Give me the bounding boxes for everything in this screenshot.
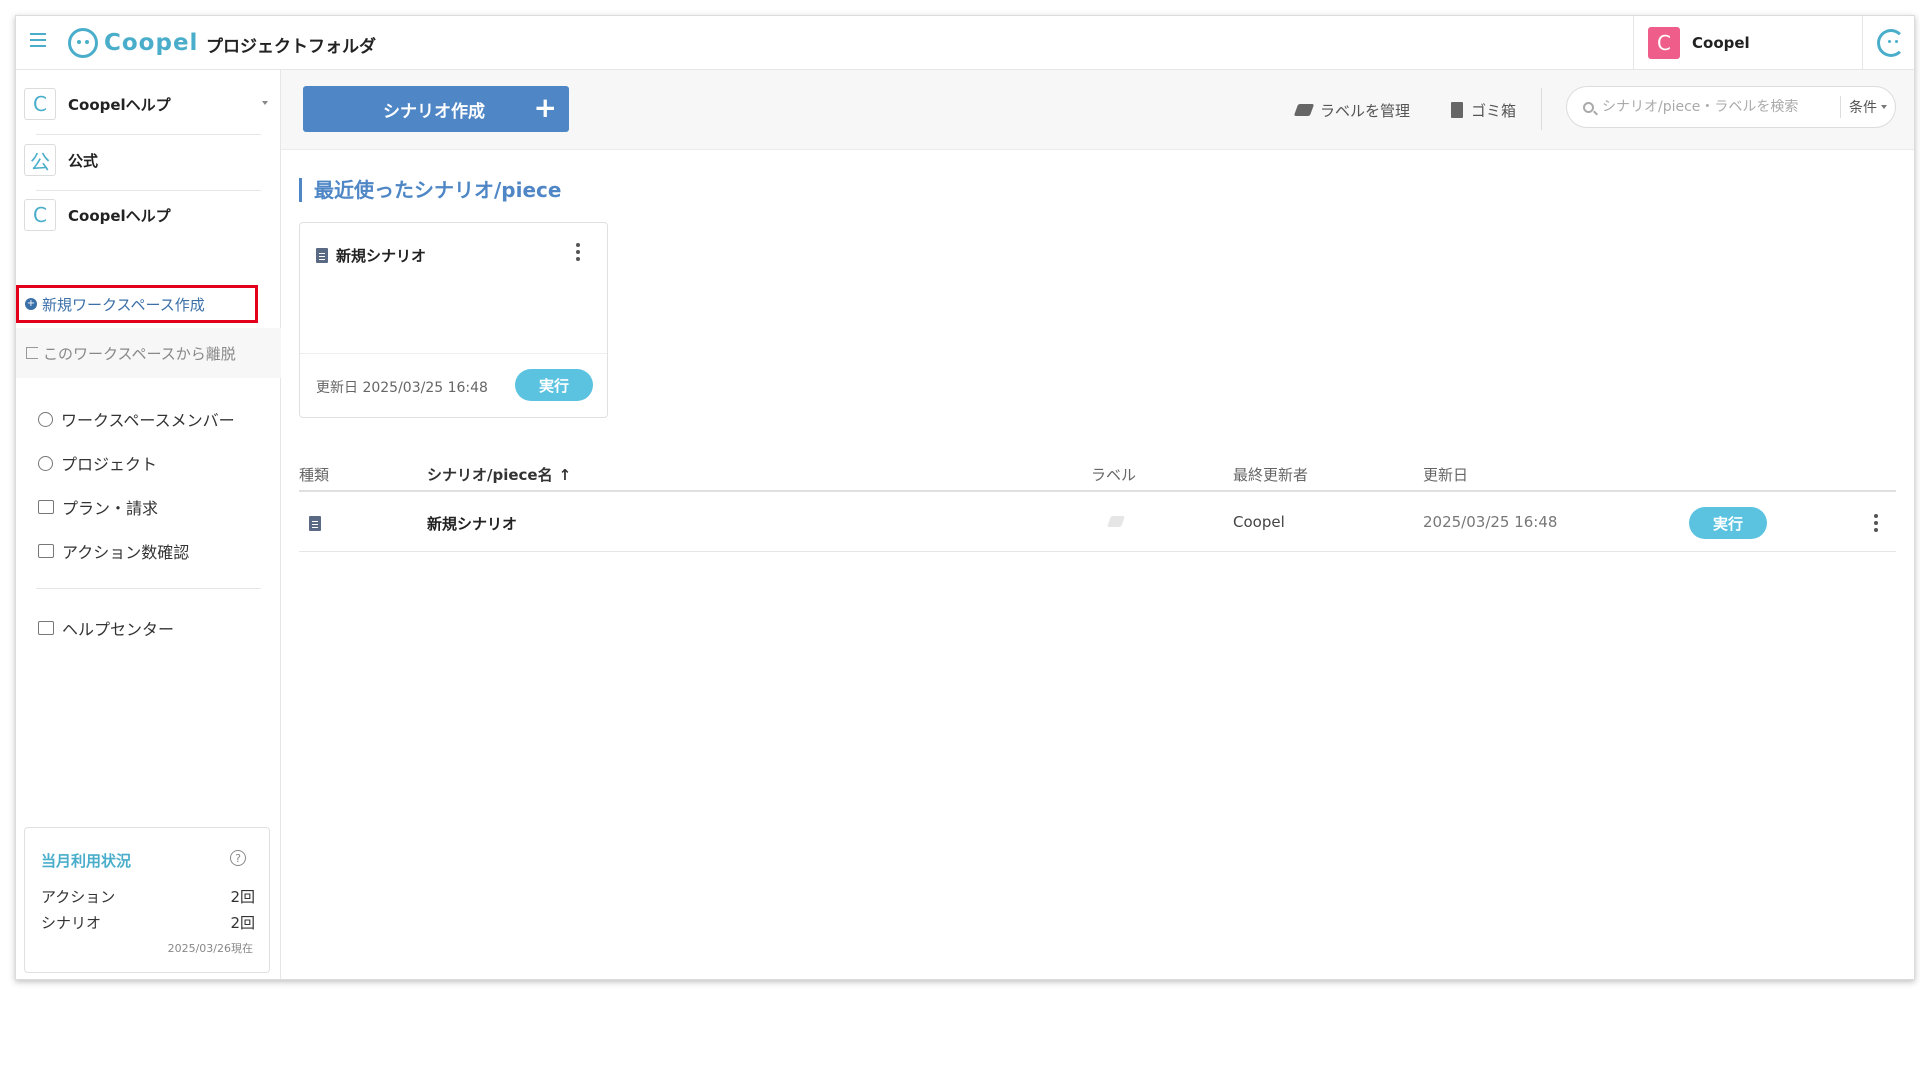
project-icon — [38, 455, 53, 471]
menu-item-plan-billing[interactable]: プラン・請求 — [38, 491, 158, 523]
workspace-icon: C — [24, 199, 56, 231]
search-icon — [1583, 101, 1594, 113]
usage-row-actions: アクション 2回 — [41, 886, 255, 907]
menu-item-label: ヘルプセンター — [62, 620, 175, 639]
new-workspace-button[interactable]: + 新規ワークスペース作成 — [16, 285, 258, 323]
row-updated-date: 2025/03/25 16:48 — [1423, 513, 1558, 531]
menu-item-label: プラン・請求 — [62, 499, 159, 518]
members-icon — [38, 411, 53, 427]
coopel-logo[interactable]: Coopel — [68, 26, 198, 60]
usage-title: 当月利用状況 — [41, 852, 132, 870]
create-scenario-label: シナリオ作成 — [383, 101, 485, 122]
toolbar-separator — [1541, 88, 1542, 130]
row-run-button[interactable]: 実行 — [1689, 507, 1767, 539]
row-updated-by: Coopel — [1233, 513, 1285, 531]
column-header-updated: 更新日 — [1423, 466, 1469, 484]
more-options-icon[interactable] — [576, 243, 580, 261]
new-workspace-label: 新規ワークスペース作成 — [42, 295, 205, 314]
manage-labels-label: ラベルを管理 — [1320, 101, 1411, 120]
sort-ascending-icon: ↑ — [558, 466, 572, 484]
menu-item-label: プロジェクト — [61, 455, 158, 474]
table-row[interactable]: 新規シナリオ Coopel 2025/03/25 16:48 実行 — [299, 494, 1896, 552]
user-avatar: C — [1648, 27, 1680, 59]
trash-button[interactable]: ゴミ箱 — [1451, 98, 1516, 122]
help-icon — [38, 621, 54, 635]
tag-icon — [1293, 104, 1315, 116]
document-icon — [316, 248, 328, 263]
user-name: Coopel — [1692, 34, 1750, 52]
workspace-item-coopel-help[interactable]: C Coopelヘルプ — [24, 190, 274, 240]
divider — [36, 588, 261, 589]
create-scenario-button[interactable]: シナリオ作成 + — [303, 86, 569, 132]
row-name: 新規シナリオ — [427, 515, 518, 533]
app-window: Coopel プロジェクトフォルダ C Coopel C Coopelヘルプ 公… — [15, 15, 1915, 980]
monthly-usage-panel: 当月利用状況 ? アクション 2回 シナリオ 2回 2025/03/26現在 — [24, 827, 270, 973]
workspace-icon: 公 — [24, 144, 56, 176]
card-updated-date: 更新日 2025/03/25 16:48 — [316, 380, 488, 396]
card-icon — [38, 500, 54, 514]
calendar-icon — [38, 544, 54, 558]
menu-item-action-count[interactable]: アクション数確認 — [38, 535, 189, 567]
table-header: 種類 シナリオ/piece名 ↑ ラベル 最終更新者 更新日 — [299, 450, 1896, 492]
workspace-item-official[interactable]: 公 公式 — [24, 135, 274, 185]
usage-label: シナリオ — [41, 914, 102, 932]
logo-text: Coopel — [104, 30, 199, 56]
caret-down-icon — [1881, 105, 1887, 109]
usage-label: アクション — [41, 888, 116, 906]
workspace-item-label: Coopelヘルプ — [68, 206, 171, 225]
menu-item-label: ワークスペースメンバー — [61, 411, 235, 430]
column-header-type: 種類 — [299, 466, 330, 484]
search-box: 条件 — [1566, 86, 1896, 128]
exit-icon — [26, 347, 38, 359]
usage-value: 2回 — [230, 888, 255, 906]
user-menu[interactable]: C Coopel — [1633, 16, 1863, 70]
conditions-dropdown[interactable]: 条件 — [1849, 97, 1887, 117]
usage-value: 2回 — [230, 914, 255, 932]
column-header-label: ラベル — [1091, 466, 1137, 484]
question-circle-icon[interactable]: ? — [230, 850, 246, 866]
menu-item-workspace-members[interactable]: ワークスペースメンバー — [38, 403, 235, 435]
coopel-assistant-icon[interactable] — [1877, 29, 1905, 57]
recent-section-title: 最近使ったシナリオ/piece — [299, 178, 561, 202]
card-header: 新規シナリオ — [316, 245, 426, 266]
manage-labels-button[interactable]: ラベルを管理 — [1293, 98, 1411, 122]
column-header-updated-by: 最終更新者 — [1233, 466, 1309, 484]
trash-icon — [1451, 102, 1463, 118]
workspace-switcher[interactable]: C Coopelヘルプ — [24, 79, 274, 129]
hamburger-menu-icon[interactable] — [30, 33, 50, 51]
recent-scenario-card[interactable]: 新規シナリオ 更新日 2025/03/25 16:48 実行 — [299, 222, 608, 418]
column-header-name-label: シナリオ/piece名 — [427, 466, 553, 484]
main-content: シナリオ作成 + ラベルを管理 ゴミ箱 条件 最 — [281, 70, 1914, 979]
logo-mark-icon — [68, 28, 98, 58]
sidebar: C Coopelヘルプ 公 公式 C Coopelヘルプ + 新規ワークスペース… — [16, 70, 281, 979]
workspace-item-label: 公式 — [68, 151, 99, 170]
menu-item-label: アクション数確認 — [62, 543, 190, 562]
leave-workspace-button[interactable]: このワークスペースから離脱 — [16, 328, 281, 378]
usage-as-of-date: 2025/03/26現在 — [167, 942, 253, 955]
card-run-button[interactable]: 実行 — [515, 369, 593, 401]
card-divider — [300, 353, 607, 354]
toolbar: シナリオ作成 + ラベルを管理 ゴミ箱 条件 — [281, 70, 1914, 150]
tag-icon[interactable] — [1106, 516, 1126, 527]
usage-row-scenarios: シナリオ 2回 — [41, 912, 255, 933]
menu-item-project[interactable]: プロジェクト — [38, 447, 157, 479]
search-separator — [1840, 96, 1841, 118]
conditions-label: 条件 — [1849, 100, 1877, 116]
document-icon — [309, 516, 321, 531]
workspace-icon: C — [24, 88, 56, 120]
trash-label: ゴミ箱 — [1471, 101, 1517, 120]
more-options-icon[interactable] — [1874, 514, 1878, 532]
column-header-name[interactable]: シナリオ/piece名 ↑ — [427, 464, 571, 485]
card-title: 新規シナリオ — [336, 247, 427, 265]
menu-item-help-center[interactable]: ヘルプセンター — [38, 612, 174, 644]
plus-circle-icon: + — [25, 298, 37, 310]
workspace-switcher-label: Coopelヘルプ — [68, 95, 171, 114]
plus-icon: + — [533, 91, 557, 124]
search-input[interactable] — [1602, 99, 1832, 115]
top-bar: Coopel プロジェクトフォルダ C Coopel — [16, 16, 1914, 70]
page-title: プロジェクトフォルダ — [206, 37, 376, 57]
leave-workspace-label: このワークスペースから離脱 — [43, 344, 236, 363]
caret-down-icon — [262, 101, 268, 105]
